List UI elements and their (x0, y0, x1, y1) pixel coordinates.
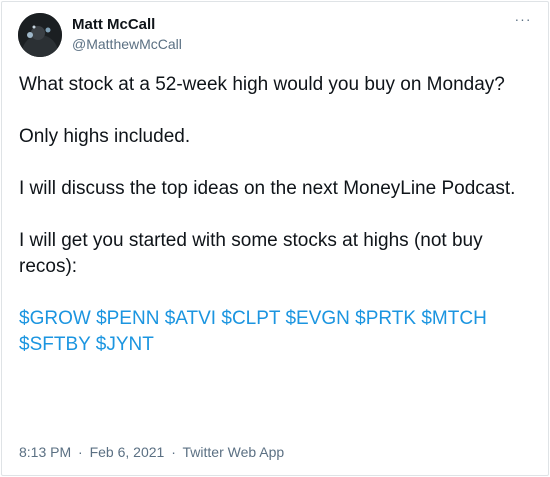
cashtag-link[interactable]: $EVGN (285, 308, 349, 329)
cashtag-link[interactable]: $MTCH (421, 308, 486, 329)
cashtag-link[interactable]: $PRTK (355, 308, 416, 329)
tweet-time[interactable]: 8:13 PM (19, 444, 71, 460)
tweet-paragraph: Only highs included. (19, 126, 191, 147)
tweet-paragraph: I will discuss the top ideas on the next… (19, 178, 516, 199)
avatar-image (18, 13, 62, 57)
tweet-meta: 8:13 PM · Feb 6, 2021 · Twitter Web App (19, 443, 284, 461)
tweet-card: Matt McCall @MatthewMcCall ··· What stoc… (1, 1, 549, 476)
cashtag-list: $GROW $PENN $ATVI $CLPT $EVGN $PRTK $MTC… (19, 306, 519, 358)
tweet-paragraph: I will get you started with some stocks … (19, 230, 483, 277)
more-options-icon[interactable]: ··· (512, 12, 534, 28)
meta-separator: · (171, 444, 176, 460)
tweet-source[interactable]: Twitter Web App (183, 444, 285, 460)
cashtag-link[interactable]: $GROW (19, 308, 91, 329)
tweet-date[interactable]: Feb 6, 2021 (90, 444, 165, 460)
meta-separator: · (78, 444, 83, 460)
cashtag-link[interactable]: $CLPT (221, 308, 280, 329)
author-name[interactable]: Matt McCall (72, 16, 155, 34)
cashtag-link[interactable]: $SFTBY (19, 334, 90, 355)
author-handle[interactable]: @MatthewMcCall (72, 35, 182, 53)
tweet-paragraph: What stock at a 52-week high would you b… (19, 74, 505, 95)
avatar[interactable] (18, 13, 62, 57)
cashtag-link[interactable]: $JYNT (96, 334, 154, 355)
cashtag-link[interactable]: $ATVI (165, 308, 216, 329)
cashtag-link[interactable]: $PENN (96, 308, 159, 329)
tweet-text: What stock at a 52-week high would you b… (19, 72, 519, 358)
